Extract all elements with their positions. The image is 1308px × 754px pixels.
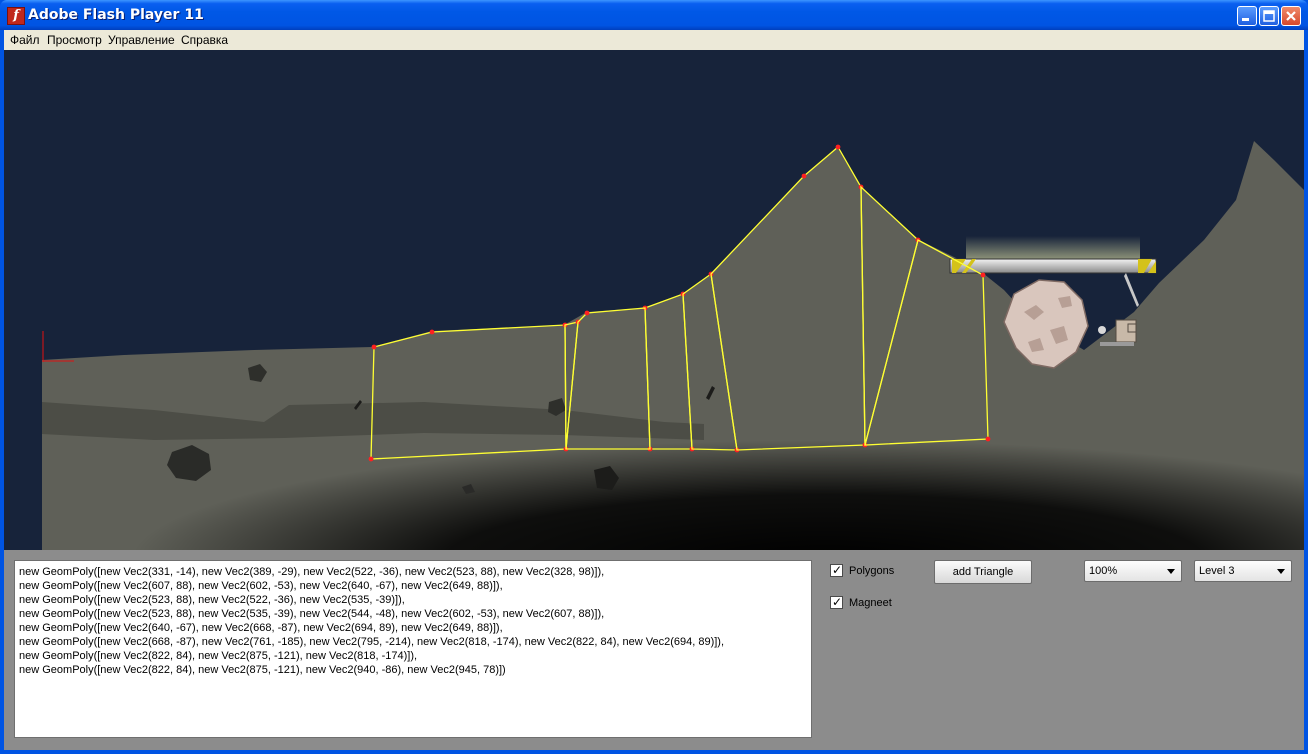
- minimize-icon: [1242, 18, 1249, 21]
- polygon-code-output[interactable]: new GeomPoly([new Vec2(331, -14), new Ve…: [14, 560, 812, 738]
- vertex-handle[interactable]: [985, 436, 991, 442]
- maximize-button[interactable]: [1259, 6, 1279, 26]
- platform-base: [1100, 342, 1134, 346]
- terrain-shadow: [42, 330, 1304, 550]
- vertex-handle[interactable]: [371, 344, 377, 350]
- code-line: new GeomPoly([new Vec2(640, -67), new Ve…: [19, 622, 503, 634]
- check-icon: ✓: [832, 595, 843, 609]
- chevron-down-icon: [1167, 569, 1175, 574]
- vertex-handle[interactable]: [368, 456, 374, 462]
- maximize-icon: [1263, 10, 1275, 22]
- zoom-value: 100%: [1089, 565, 1118, 577]
- game-stage[interactable]: [4, 50, 1304, 550]
- polygons-checkbox[interactable]: ✓: [830, 563, 843, 577]
- code-line: new GeomPoly([new Vec2(523, 88), new Vec…: [19, 594, 405, 606]
- menu-control[interactable]: Управление: [108, 33, 175, 47]
- code-line: new GeomPoly([new Vec2(822, 84), new Vec…: [19, 650, 418, 662]
- menu-help[interactable]: Справка: [181, 33, 228, 47]
- chevron-down-icon: [1277, 569, 1285, 574]
- code-line: new GeomPoly([new Vec2(668, -87), new Ve…: [19, 636, 725, 648]
- astronaut: [1098, 326, 1106, 334]
- vertex-handle[interactable]: [429, 329, 435, 335]
- vertex-handle[interactable]: [584, 310, 590, 316]
- level-select[interactable]: Level 3: [1194, 560, 1292, 582]
- add-triangle-button[interactable]: add Triangle: [934, 560, 1032, 584]
- vertex-handle[interactable]: [980, 272, 986, 278]
- menu-file[interactable]: Файл: [10, 33, 40, 47]
- zoom-select[interactable]: 100%: [1084, 560, 1182, 582]
- platform-light: [966, 236, 1140, 260]
- window-title: Adobe Flash Player 11: [28, 7, 204, 23]
- menu-view[interactable]: Просмотр: [47, 33, 102, 47]
- terrain-view: [42, 141, 1304, 550]
- level-value: Level 3: [1199, 565, 1235, 577]
- magneet-checkbox[interactable]: ✓: [830, 595, 843, 609]
- vertex-handle[interactable]: [801, 173, 807, 179]
- close-icon: [1286, 11, 1296, 21]
- code-line: new GeomPoly([new Vec2(331, -14), new Ve…: [19, 566, 605, 578]
- landing-platform: [949, 258, 1157, 274]
- title-bar[interactable]: f Adobe Flash Player 11: [0, 0, 1308, 30]
- crate: [1115, 319, 1137, 343]
- flash-player-window: f Adobe Flash Player 11 Файл Просмотр Уп…: [0, 0, 1308, 754]
- vertex-handle[interactable]: [835, 144, 841, 150]
- flash-icon: f: [7, 7, 25, 25]
- editor-panel: new GeomPoly([new Vec2(331, -14), new Ve…: [4, 550, 1304, 750]
- minimize-button[interactable]: [1237, 6, 1257, 26]
- code-line: new GeomPoly([new Vec2(523, 88), new Vec…: [19, 608, 605, 620]
- platform-support: [1124, 273, 1139, 307]
- code-line: new GeomPoly([new Vec2(607, 88), new Vec…: [19, 580, 503, 592]
- check-icon: ✓: [832, 563, 843, 577]
- close-button[interactable]: [1281, 6, 1301, 26]
- polygons-label: Polygons: [849, 565, 895, 577]
- code-line: new GeomPoly([new Vec2(822, 84), new Vec…: [19, 664, 506, 676]
- menu-bar: Файл Просмотр Управление Справка: [4, 30, 1304, 50]
- magneet-label: Magneet: [849, 597, 892, 609]
